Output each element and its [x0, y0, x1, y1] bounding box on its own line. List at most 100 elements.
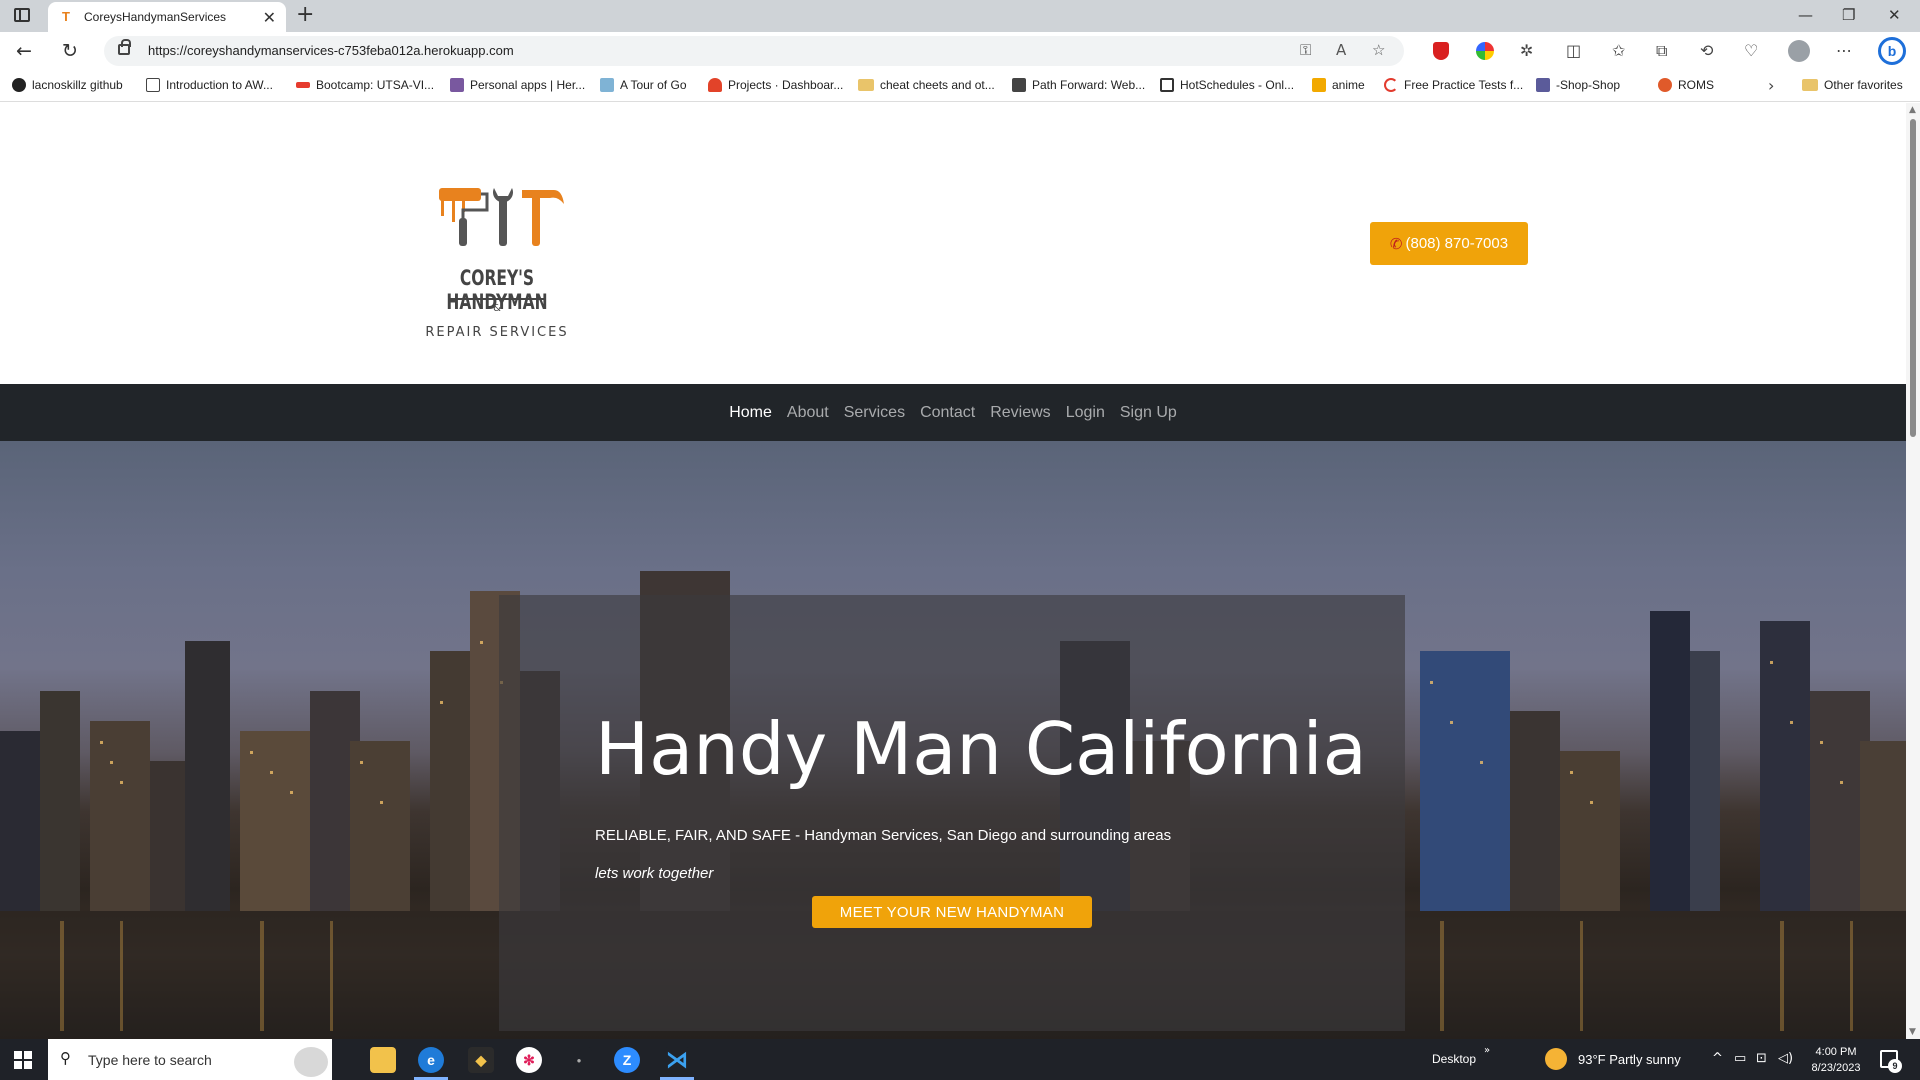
address-bar[interactable]: https://coreyshandymanservices-c753feba0…	[104, 36, 1404, 66]
favicon-icon: T	[62, 9, 70, 24]
nav-sign-up[interactable]: Sign Up	[1120, 404, 1177, 422]
slack-icon[interactable]: ✻	[516, 1047, 542, 1073]
minimize-icon[interactable]: —	[1798, 6, 1813, 24]
tab-actions-icon[interactable]	[14, 8, 30, 22]
browser-tab[interactable]: T CoreysHandymanServices ✕	[48, 2, 286, 32]
zoom-icon[interactable]: Z	[614, 1047, 640, 1073]
restore-icon[interactable]: ❐	[1842, 6, 1855, 24]
split-screen-icon[interactable]: ◫	[1566, 41, 1581, 60]
nav-about[interactable]: About	[787, 404, 829, 422]
hotschedules-icon	[1160, 78, 1174, 92]
weather-text[interactable]: 93°F Partly sunny	[1578, 1052, 1681, 1067]
collections-icon[interactable]: ⧉	[1656, 41, 1667, 61]
taskbar-search[interactable]: ⚲ Type here to search	[48, 1039, 332, 1080]
bing-copilot-icon[interactable]: b	[1878, 37, 1906, 65]
more-bookmarks-chevron-icon[interactable]: ›	[1768, 76, 1774, 95]
url-text[interactable]: https://coreyshandymanservices-c753feba0…	[148, 43, 514, 58]
bookmark-item[interactable]: anime	[1312, 78, 1365, 92]
key-icon[interactable]: ⚿	[1300, 41, 1311, 59]
desktop-chevron-icon[interactable]: »	[1484, 1045, 1490, 1056]
hero-card: Handy Man California RELIABLE, FAIR, AND…	[499, 595, 1405, 1031]
main-navbar: Home About Services Contact Reviews Logi…	[0, 384, 1906, 441]
back-icon[interactable]: ←	[16, 40, 32, 62]
nav-contact[interactable]: Contact	[920, 404, 975, 422]
search-highlight-image	[294, 1047, 328, 1077]
volume-icon[interactable]: ◁)	[1778, 1051, 1793, 1066]
refresh-icon[interactable]: ↻	[62, 40, 78, 62]
new-tab-icon[interactable]: +	[296, 2, 314, 27]
meet-handyman-button[interactable]: MEET YOUR NEW HANDYMAN	[812, 896, 1092, 928]
hero-section: Handy Man California RELIABLE, FAIR, AND…	[0, 441, 1906, 1039]
vscode-icon[interactable]: ⋊	[664, 1047, 690, 1073]
network-icon[interactable]: ⊡	[1756, 1051, 1767, 1066]
git-app-icon[interactable]: ◆	[468, 1047, 494, 1073]
weather-partly-sunny-icon[interactable]	[1545, 1048, 1567, 1070]
github-icon	[12, 78, 26, 92]
close-tab-icon[interactable]: ✕	[263, 8, 276, 27]
history-icon[interactable]: ⟲	[1700, 41, 1713, 60]
bookmark-item[interactable]: Projects · Dashboar...	[708, 78, 843, 92]
bookmark-item[interactable]: Introduction to AW...	[146, 78, 273, 92]
bookmark-item[interactable]: lacnoskillz github	[12, 78, 123, 92]
nav-reviews[interactable]: Reviews	[990, 404, 1050, 422]
web-page: COREY'S HANDYMAN & REPAIR SERVICES ✆ (80…	[0, 103, 1906, 1039]
favorites-icon[interactable]: ✩	[1612, 41, 1625, 60]
bookmark-item[interactable]: HotSchedules - Onl...	[1160, 78, 1294, 92]
scroll-down-icon[interactable]: ▼	[1909, 1027, 1916, 1037]
meet-now-icon[interactable]: ▭	[1734, 1051, 1746, 1066]
heroku-icon	[450, 78, 464, 92]
dot-app-icon[interactable]: ●	[566, 1047, 592, 1073]
performance-icon[interactable]: ♡	[1744, 41, 1758, 60]
extensions-icon[interactable]: ✲	[1520, 41, 1533, 60]
other-favorites-folder[interactable]: Other favorites	[1802, 78, 1903, 92]
phone-call-button[interactable]: ✆ (808) 870-7003	[1370, 222, 1528, 265]
bookmark-item[interactable]: Free Practice Tests f...	[1384, 78, 1523, 92]
roms-icon	[1658, 78, 1672, 92]
taskbar-clock[interactable]: 4:00 PM 8/23/2023	[1806, 1044, 1866, 1076]
bookmark-item[interactable]: cheat cheets and ot...	[858, 78, 995, 92]
logo-ampersand: &	[493, 303, 501, 314]
hero-subtitle: lets work together	[595, 865, 714, 882]
bookmark-item[interactable]: Personal apps | Her...	[450, 78, 585, 92]
bookmark-item[interactable]: -Shop-Shop	[1536, 78, 1620, 92]
bookmark-item[interactable]: Path Forward: Web...	[1012, 78, 1145, 92]
folder-icon	[858, 79, 874, 91]
tab-title: CoreysHandymanServices	[84, 10, 227, 24]
favorite-star-icon[interactable]: ☆	[1372, 41, 1385, 59]
ublock-extension-icon[interactable]	[1433, 42, 1449, 60]
nav-home[interactable]: Home	[729, 404, 772, 422]
handyman-tools-logo-icon[interactable]	[404, 178, 592, 348]
gitlab-icon	[708, 78, 722, 92]
profile-avatar[interactable]	[1788, 40, 1810, 62]
more-menu-icon[interactable]: ⋯	[1836, 41, 1852, 60]
nav-login[interactable]: Login	[1066, 404, 1105, 422]
hero-title: Handy Man California	[595, 707, 1367, 791]
bookmark-item[interactable]: A Tour of Go	[600, 78, 687, 92]
pathforward-icon	[1012, 78, 1026, 92]
edge-browser-icon[interactable]: e	[418, 1047, 444, 1073]
read-aloud-icon[interactable]: A	[1336, 41, 1346, 59]
file-explorer-icon[interactable]	[370, 1047, 396, 1073]
show-hidden-icons-icon[interactable]: ^	[1712, 1051, 1723, 1066]
bookmark-item[interactable]: ROMS	[1658, 78, 1714, 92]
windows-start-icon[interactable]	[14, 1051, 32, 1069]
logo-divider	[448, 298, 546, 300]
scrollbar-thumb[interactable]	[1910, 119, 1916, 437]
lock-icon[interactable]	[118, 39, 131, 55]
practice-test-icon	[1384, 78, 1398, 92]
desktop-toolbar-label[interactable]: Desktop	[1432, 1052, 1476, 1066]
bookmark-item[interactable]: Bootcamp: UTSA-VI...	[296, 78, 434, 92]
anime-icon	[1312, 78, 1326, 92]
color-extension-icon[interactable]	[1476, 42, 1494, 60]
logo-subtitle: REPAIR SERVICES	[425, 325, 569, 340]
hero-tagline: RELIABLE, FAIR, AND SAFE - Handyman Serv…	[595, 827, 1172, 844]
page-scrollbar[interactable]: ▲ ▼	[1906, 103, 1920, 1039]
scroll-up-icon[interactable]: ▲	[1909, 105, 1916, 115]
window-close-icon[interactable]: ✕	[1888, 6, 1901, 24]
go-icon	[600, 78, 614, 92]
search-placeholder: Type here to search	[88, 1052, 212, 1068]
clock-date: 8/23/2023	[1811, 1062, 1861, 1074]
search-icon: ⚲	[60, 1049, 71, 1067]
nav-services[interactable]: Services	[844, 404, 905, 422]
clock-time: 4:00 PM	[1815, 1046, 1857, 1058]
